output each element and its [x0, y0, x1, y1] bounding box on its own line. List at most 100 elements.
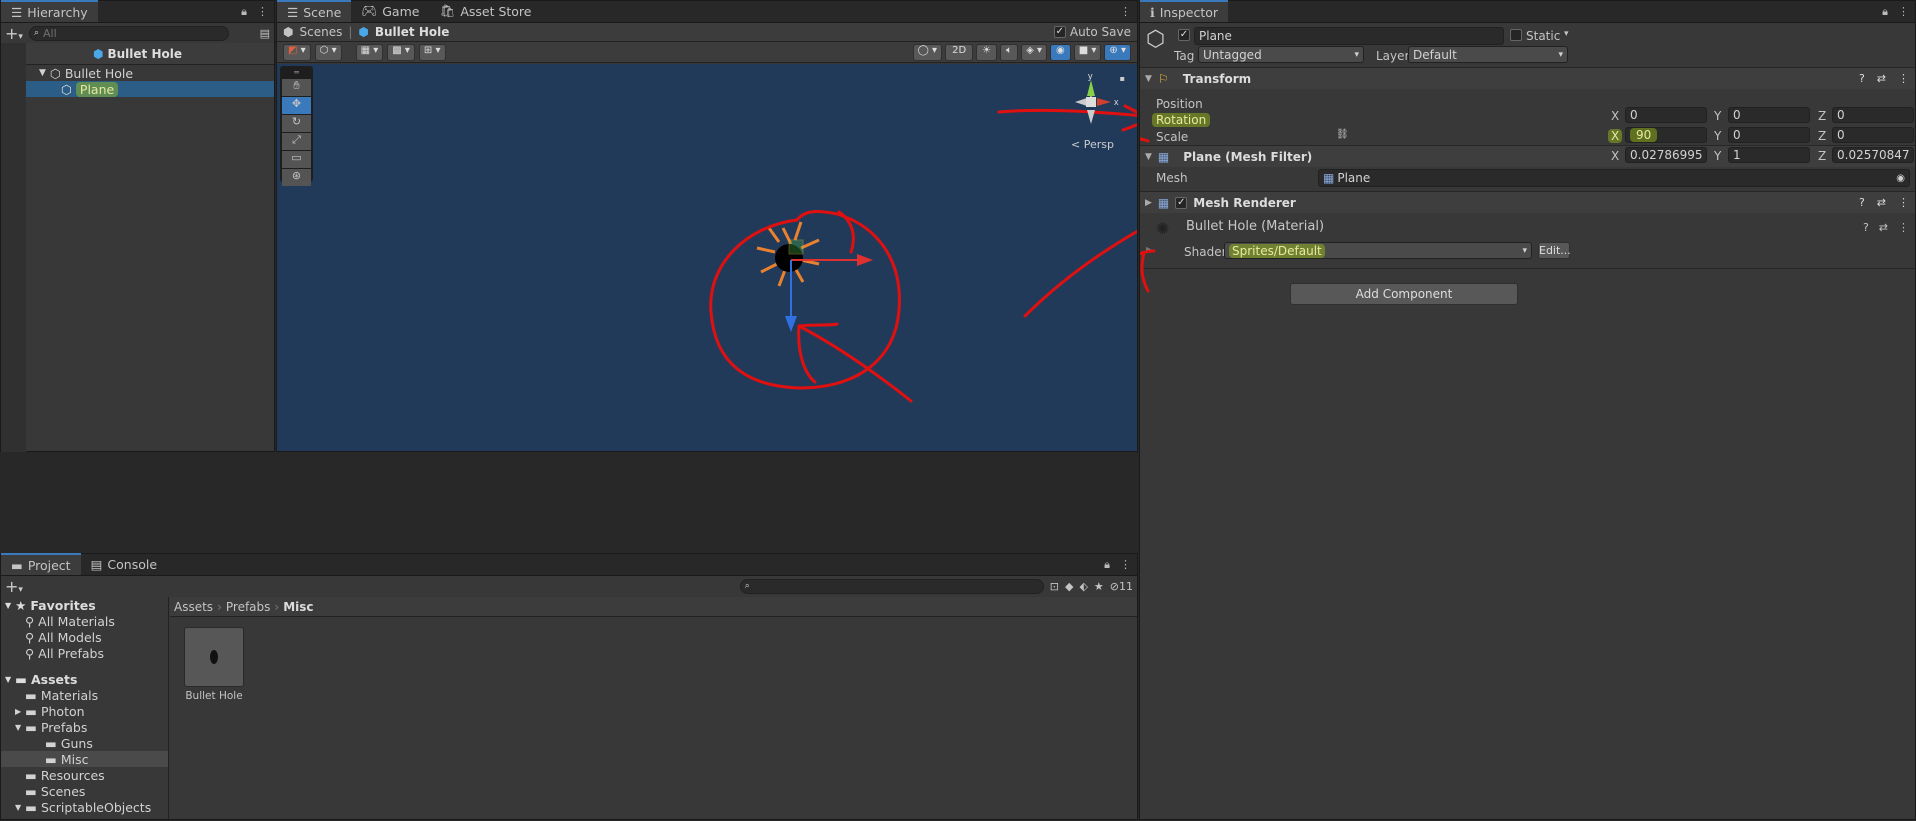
mesh-object-field[interactable]: ▦ Plane ◉ [1318, 169, 1910, 187]
breadcrumb-item[interactable]: Misc [283, 600, 313, 614]
favorite-item[interactable]: ⚲ All Materials [1, 613, 168, 629]
create-add-button[interactable]: +▾ [5, 577, 23, 596]
tree-item-bullet-hole[interactable]: ▼ ⬡ Bullet Hole [1, 65, 274, 81]
lighting-toggle[interactable]: ◯ ▾ [912, 43, 943, 61]
foldout-arrow-icon[interactable]: ▼ [39, 68, 46, 78]
foldout-arrow-icon[interactable]: ▶ [1145, 198, 1152, 208]
align-button[interactable]: ⊞ ▾ [418, 43, 446, 61]
create-add-button[interactable]: +▾ [5, 24, 23, 43]
position-z-field[interactable]: 0 [1832, 107, 1914, 123]
favorite-item[interactable]: ⚲ All Prefabs [1, 645, 168, 661]
more-menu-icon[interactable]: ⋮ [257, 5, 268, 19]
gizmos-button[interactable]: ⊕ ▾ [1104, 43, 1131, 61]
tab-asset-store[interactable]: 🛍︎ Asset Store [429, 0, 541, 22]
tab-scene[interactable]: ☰ Scene [277, 0, 352, 22]
preset-icon[interactable]: ⇄ [1877, 72, 1886, 85]
component-menu-icon[interactable]: ⋮ [1898, 196, 1909, 209]
folder-item[interactable]: ▬ Materials [1, 687, 168, 703]
foldout-arrow-icon[interactable]: ▼ [5, 601, 11, 610]
folder-item[interactable]: ▬ Scenes [1, 783, 168, 799]
rotation-x-field[interactable]: 90 [1625, 127, 1707, 143]
help-icon[interactable]: ? [1863, 221, 1869, 234]
persp-label[interactable]: < Persp [1071, 138, 1114, 151]
help-icon[interactable]: ? [1859, 72, 1865, 85]
effects-button[interactable]: ◈ ▾ [1021, 43, 1048, 61]
lock-icon[interactable]: 🔒︎ [1882, 5, 1888, 19]
more-menu-icon[interactable]: ⋮ [1120, 558, 1131, 572]
visibility-button[interactable]: ◉ [1050, 43, 1071, 61]
panel-divider[interactable] [0, 452, 1138, 553]
folder-item[interactable]: ▬ Guns [1, 735, 168, 751]
object-name-field[interactable]: Plane [1194, 27, 1504, 45]
shader-dropdown[interactable]: Sprites/Default ▾ [1224, 242, 1532, 259]
favorite-star-icon[interactable]: ★ [1094, 580, 1104, 593]
tag-filter-icon[interactable]: ⬖ [1079, 580, 1087, 593]
breadcrumb-current[interactable]: Bullet Hole [375, 25, 450, 39]
static-dropdown-icon[interactable]: ▾ [1564, 29, 1569, 39]
object-active-checkbox[interactable]: ✓ [1178, 29, 1190, 41]
preset-icon[interactable]: ⇄ [1879, 221, 1888, 234]
tab-hierarchy[interactable]: ☰ Hierarchy [1, 0, 98, 22]
folder-item[interactable]: ▼ ▬ Prefabs [1, 719, 168, 735]
render-mode-button[interactable]: ⬡ ▾ [314, 43, 342, 61]
folder-item[interactable]: ▼ ▬ ScriptableObjects [1, 799, 168, 815]
more-menu-icon[interactable]: ⋮ [1898, 5, 1909, 19]
bullet-hole-sprite[interactable] [756, 221, 820, 287]
tag-dropdown[interactable]: Untagged ▾ [1198, 46, 1364, 63]
position-y-field[interactable]: 0 [1728, 107, 1810, 123]
project-search-input[interactable]: ⌕ [739, 578, 1044, 594]
foldout-arrow-icon[interactable]: ▼ [15, 723, 21, 732]
lock-icon[interactable]: 🔒︎ [1104, 558, 1110, 572]
foldout-arrow-icon[interactable]: ▼ [15, 803, 21, 812]
search-filter-icon[interactable]: ▤ [260, 27, 270, 40]
tab-console[interactable]: ▤ Console [81, 553, 167, 575]
folder-item-selected[interactable]: ▬ Misc [1, 751, 168, 767]
foldout-arrow-icon[interactable]: ▼ [1145, 74, 1152, 84]
rotation-y-field[interactable]: 0 [1728, 127, 1810, 143]
scale-z-field[interactable]: 0.02570847 [1832, 147, 1914, 163]
scene-viewport[interactable]: ═ ✋︎ ✥ ↻ ⤢ ▭ ⊛ ▪ y x < Persp [277, 64, 1137, 451]
draw-mode-button[interactable]: ◩ ▾ [283, 43, 311, 61]
static-checkbox[interactable] [1510, 29, 1522, 41]
breadcrumb-item[interactable]: Prefabs [226, 600, 271, 614]
orientation-gizmo[interactable]: ▪ y x < Persp [1067, 71, 1131, 152]
breadcrumb-root[interactable]: Scenes [299, 25, 342, 39]
lock-icon[interactable]: 🔒︎ [241, 5, 247, 19]
tab-game[interactable]: 🎮︎ Game [351, 0, 429, 22]
camera-button[interactable]: ■ ▾ [1073, 43, 1102, 61]
mesh-renderer-enabled-checkbox[interactable]: ✓ [1175, 196, 1188, 209]
foldout-arrow-icon[interactable]: ▼ [5, 675, 11, 684]
foldout-arrow-icon[interactable]: ▼ [1145, 152, 1152, 162]
component-menu-icon[interactable]: ⋮ [1898, 72, 1909, 85]
tree-item-plane[interactable]: ⬡ Plane [1, 81, 274, 97]
tab-project[interactable]: ▬ Project [1, 553, 81, 575]
scale-y-field[interactable]: 1 [1728, 147, 1810, 163]
rotation-z-field[interactable]: 0 [1832, 127, 1914, 143]
position-x-field[interactable]: 0 [1625, 107, 1707, 123]
breadcrumb-item[interactable]: Assets [174, 600, 213, 614]
favorites-header[interactable]: ▼ ★ Favorites [1, 597, 168, 613]
material-foldout-icon[interactable]: ▶ [1146, 245, 1152, 254]
toggle-2d-button[interactable]: 2D [945, 43, 974, 61]
audio-button[interactable]: 🔈︎ [1000, 43, 1019, 61]
folder-item[interactable]: ▬ Resources [1, 767, 168, 783]
folder-item[interactable]: ▶ ▬ Photon [1, 703, 168, 719]
favorite-item[interactable]: ⚲ All Models [1, 629, 168, 645]
link-scale-icon[interactable]: ⛓ [1336, 129, 1349, 140]
gizmo-lock-icon[interactable]: ▪ [1120, 74, 1125, 83]
assets-header[interactable]: ▼ ▬ Assets [1, 671, 168, 687]
object-picker-icon[interactable]: ◉ [1896, 173, 1905, 184]
preset-icon[interactable]: ⇄ [1877, 196, 1886, 209]
component-menu-icon[interactable]: ⋮ [1898, 221, 1909, 234]
auto-save-toggle[interactable]: ✓ Auto Save [1053, 25, 1131, 39]
layer-dropdown[interactable]: Default ▾ [1408, 46, 1568, 63]
auto-save-checkbox[interactable]: ✓ [1053, 26, 1066, 38]
search-by-type-icon[interactable]: ⊡ [1050, 580, 1059, 593]
transform-header[interactable]: ▼ ⚐ Transform ? ⇄ ⋮ [1140, 67, 1915, 89]
hidden-packages-toggle[interactable]: ⊘11 [1110, 580, 1133, 593]
increment-snap-button[interactable]: ▩ ▾ [387, 43, 415, 61]
more-menu-icon[interactable]: ⋮ [1120, 5, 1131, 18]
grid-snap-button[interactable]: ▦ ▾ [355, 43, 384, 61]
scale-x-field[interactable]: 0.02786995 [1625, 147, 1707, 163]
foldout-arrow-icon[interactable]: ▶ [15, 707, 21, 716]
